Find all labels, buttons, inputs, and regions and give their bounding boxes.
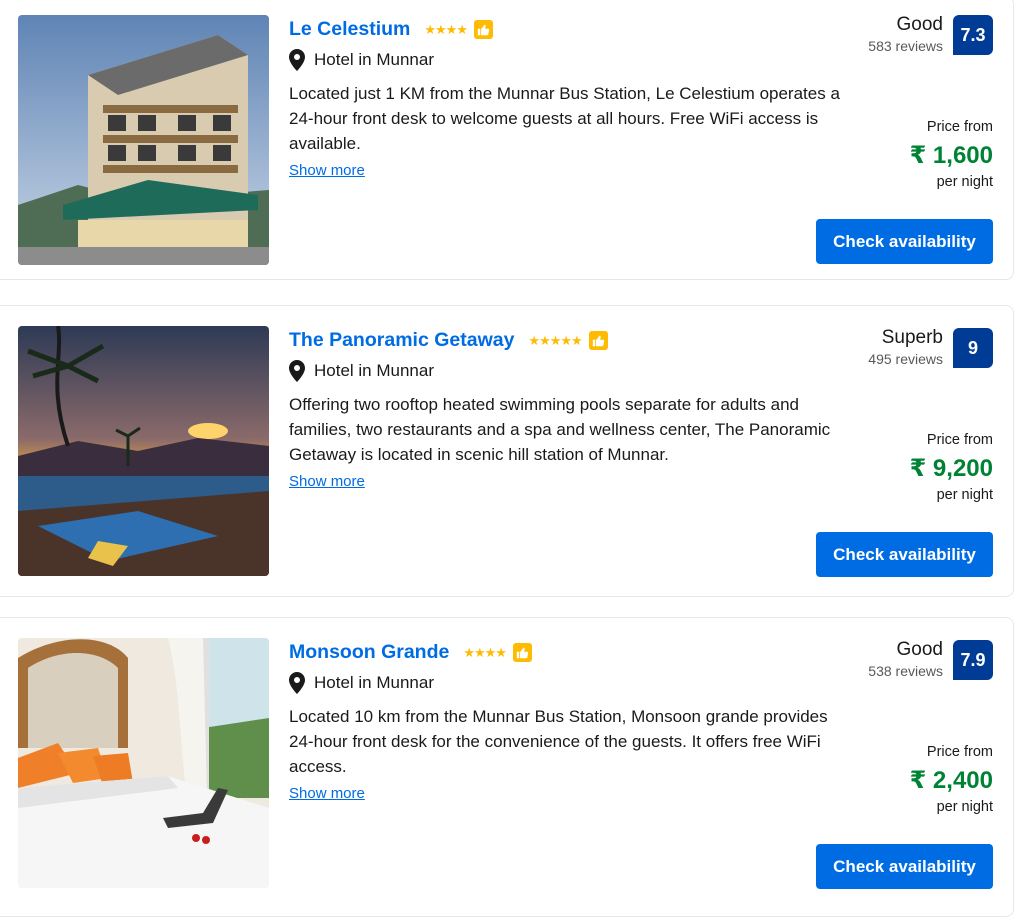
hotel-location: Hotel in Munnar bbox=[314, 50, 435, 69]
hotel-description: Located 10 km from the Munnar Bus Statio… bbox=[289, 707, 828, 776]
price-value: ₹ 2,400 bbox=[909, 767, 993, 794]
hotel-description: Offering two rooftop heated swimming poo… bbox=[289, 395, 831, 464]
price-value: ₹ 1,600 bbox=[909, 142, 993, 169]
star-rating-icon: ★★★★ bbox=[463, 644, 507, 660]
hotel-card: Le Celestium ★★★★ Hotel in Munnar Locate… bbox=[0, 0, 1014, 280]
review-score: Superb 495 reviews 9 bbox=[868, 326, 993, 368]
price-from-label: Price from bbox=[926, 744, 993, 760]
thumbs-up-icon bbox=[512, 642, 532, 662]
review-score: Good 583 reviews 7.3 bbox=[868, 13, 993, 55]
show-more-link[interactable]: Show more bbox=[289, 473, 365, 490]
check-availability-button[interactable]: Check availability bbox=[816, 219, 993, 264]
per-night-label: per night bbox=[936, 174, 993, 190]
hotel-location: Hotel in Munnar bbox=[314, 673, 435, 692]
sunset-pool-image bbox=[18, 326, 269, 576]
hotel-card: The Panoramic Getaway ★★★★★ Hotel in Mun… bbox=[0, 305, 1014, 597]
check-availability-button[interactable]: Check availability bbox=[816, 844, 993, 889]
rating-word: Good bbox=[896, 639, 943, 660]
rating-word: Good bbox=[896, 14, 943, 35]
show-more-link[interactable]: Show more bbox=[289, 785, 365, 802]
rating-word: Superb bbox=[881, 327, 943, 348]
per-night-label: per night bbox=[936, 799, 993, 815]
show-more-link[interactable]: Show more bbox=[289, 162, 365, 179]
location-pin-icon bbox=[289, 360, 305, 382]
hotel-building-image bbox=[18, 15, 269, 265]
price-value: ₹ 9,200 bbox=[909, 455, 993, 482]
hotel-name-link[interactable]: Monsoon Grande bbox=[289, 641, 449, 664]
hotel-photo[interactable] bbox=[18, 638, 269, 888]
thumbs-up-icon bbox=[588, 330, 608, 350]
review-count: 583 reviews bbox=[868, 38, 943, 54]
hotel-location: Hotel in Munnar bbox=[314, 361, 435, 380]
thumbs-up-icon bbox=[474, 19, 493, 39]
review-score: Good 538 reviews 7.9 bbox=[868, 638, 993, 680]
score-badge: 7.3 bbox=[953, 15, 993, 55]
hotel-description: Located just 1 KM from the Munnar Bus St… bbox=[289, 84, 840, 153]
price-from-label: Price from bbox=[926, 432, 993, 448]
location-pin-icon bbox=[289, 49, 305, 71]
review-count: 538 reviews bbox=[868, 663, 943, 679]
hotel-card: Monsoon Grande ★★★★ Hotel in Munnar Loca… bbox=[0, 617, 1014, 917]
per-night-label: per night bbox=[936, 487, 993, 503]
score-badge: 9 bbox=[953, 328, 993, 368]
location-pin-icon bbox=[289, 672, 305, 694]
hotel-room-image bbox=[18, 638, 269, 888]
hotel-photo[interactable] bbox=[18, 326, 269, 576]
review-count: 495 reviews bbox=[868, 351, 943, 367]
hotel-name-link[interactable]: Le Celestium bbox=[289, 18, 410, 41]
hotel-photo[interactable] bbox=[18, 15, 269, 265]
check-availability-button[interactable]: Check availability bbox=[816, 532, 993, 577]
score-badge: 7.9 bbox=[953, 640, 993, 680]
star-rating-icon: ★★★★★ bbox=[528, 332, 582, 348]
star-rating-icon: ★★★★ bbox=[424, 21, 468, 37]
hotel-name-link[interactable]: The Panoramic Getaway bbox=[289, 329, 514, 352]
price-from-label: Price from bbox=[926, 119, 993, 135]
